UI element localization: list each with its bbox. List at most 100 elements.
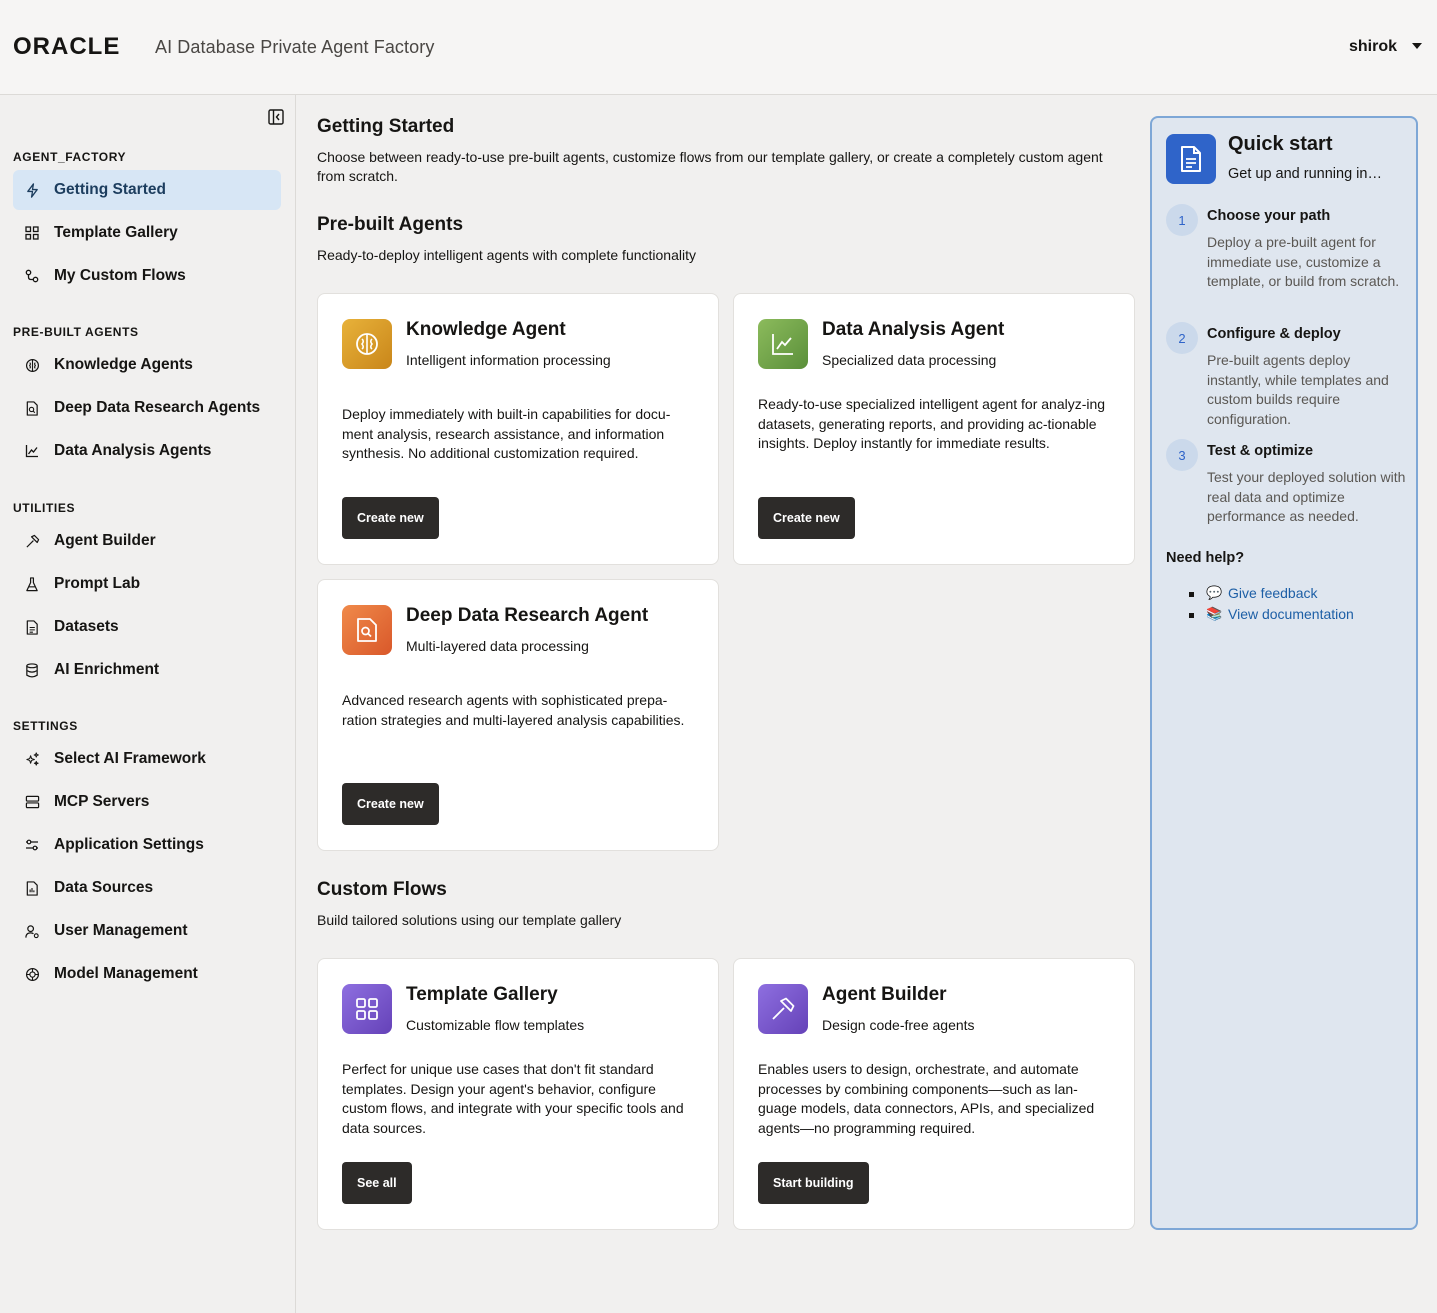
quick-start-title: Quick start [1228,133,1333,155]
top-header: ORACLE AI Database Private Agent Factory… [0,0,1437,95]
create-new-button[interactable]: Create new [342,783,439,825]
document-icon [24,619,40,635]
sidebar-item-label: Agent Builder [54,532,156,549]
server-icon [24,794,40,810]
card-description: Deploy immediately with built-in capabil… [342,406,671,462]
sidebar-item-label: AI Enrichment [54,661,160,678]
card-subtitle: Design code-free agents [822,1017,975,1033]
chart-line-icon [758,319,808,369]
app-title: AI Database Private Agent Factory [155,37,435,57]
sidebar-item-label: Getting Started [54,181,166,198]
speech-bubble-icon: 💬 [1206,585,1223,600]
custom-flows-section-description: Build tailored solutions using our templ… [317,912,622,928]
sidebar-item-label: Knowledge Agents [54,356,193,373]
hammer-icon [758,984,808,1034]
brain-icon [24,357,40,373]
prebuilt-section-description: Ready-to-deploy intelligent agents with … [317,247,696,263]
sidebar-item-mcp-servers[interactable]: MCP Servers [13,782,281,822]
sparkle-icon [24,751,40,767]
model-icon [24,966,40,982]
card-subtitle: Intelligent information processing [406,352,611,368]
sidebar-item-ai-enrichment[interactable]: AI Enrichment [13,650,281,690]
step-description: Pre-built agents deploy instantly, while… [1207,352,1389,428]
see-all-button[interactable]: See all [342,1162,412,1204]
user-gear-icon [24,923,40,939]
card-description: Ready-to-use specialized intelligent age… [758,396,1106,452]
card-title: Deep Data Research Agent [406,605,649,626]
brain-icon [342,319,392,369]
sidebar-item-label: Deep Data Research Agents [54,399,261,416]
sidebar: AGENT_FACTORY Getting Started Template G… [0,95,296,1313]
document-icon [1166,134,1216,184]
sidebar-item-label: Model Management [54,965,198,982]
user-menu-name[interactable]: shirok [1349,38,1397,56]
grid-icon [24,225,40,241]
sidebar-item-label: User Management [54,922,188,939]
give-feedback-link[interactable]: Give feedback [1228,585,1318,601]
lightning-icon [24,182,40,198]
sidebar-item-label: Data Analysis Agents [54,442,212,459]
sidebar-item-getting-started[interactable]: Getting Started [13,170,281,210]
database-icon [24,662,40,678]
card-subtitle: Customizable flow templates [406,1017,585,1033]
sidebar-item-my-custom-flows[interactable]: My Custom Flows [13,256,281,296]
need-help-title: Need help? [1166,550,1245,566]
oracle-logo[interactable]: ORACLE [13,35,151,59]
file-search-icon [24,400,40,416]
step-number: 2 [1166,322,1198,354]
flow-icon [24,268,40,284]
step-title: Choose your path [1207,208,1331,224]
sidebar-item-label: Application Settings [54,836,204,853]
sidebar-collapse-icon[interactable] [268,109,284,125]
custom-flows-section-title: Custom Flows [317,879,447,900]
caret-down-icon[interactable] [1412,43,1422,49]
view-documentation-link[interactable]: View documentation [1228,606,1354,622]
step-description: Test your deployed solution with real da… [1207,469,1406,525]
card-subtitle: Multi-layered data processing [406,638,589,654]
step-number: 3 [1166,439,1198,471]
create-new-button[interactable]: Create new [342,497,439,539]
hammer-icon [24,533,40,549]
sidebar-item-datasets[interactable]: Datasets [13,607,281,647]
grid-icon [342,984,392,1034]
data-analysis-agent-card: Data Analysis Agent Specialized data pro… [733,293,1135,565]
flask-icon [24,576,40,592]
card-title: Knowledge Agent [406,319,566,340]
step-title: Test & optimize [1207,443,1314,459]
sidebar-item-application-settings[interactable]: Application Settings [13,825,281,865]
step-description: Deploy a pre-built agent for immediate u… [1207,234,1400,290]
nav-section-utilities: UTILITIES [13,501,76,515]
card-title: Data Analysis Agent [822,319,1005,340]
sidebar-item-data-sources[interactable]: Data Sources [13,868,281,908]
create-new-button[interactable]: Create new [758,497,855,539]
oracle-logo-text: ORACLE [13,35,120,59]
step-number: 1 [1166,204,1198,236]
sidebar-item-label: Prompt Lab [54,575,141,592]
card-description: Advanced research agents with sophistica… [342,692,685,728]
sidebar-item-data-analysis-agents[interactable]: Data Analysis Agents [13,431,281,471]
agent-builder-card: Agent Builder Design code-free agents En… [733,958,1135,1230]
card-description: Enables users to design, orchestrate, an… [758,1061,1095,1137]
nav-section-agent-factory: AGENT_FACTORY [13,150,127,164]
chart-line-icon [24,443,40,459]
sidebar-item-user-management[interactable]: User Management [13,911,281,951]
sidebar-item-prompt-lab[interactable]: Prompt Lab [13,564,281,604]
sidebar-item-select-ai-framework[interactable]: Select AI Framework [13,739,281,779]
knowledge-agent-card: Knowledge Agent Intelligent information … [317,293,719,565]
sliders-icon [24,837,40,853]
card-subtitle: Specialized data processing [822,352,997,368]
deep-data-research-agent-card: Deep Data Research Agent Multi-layered d… [317,579,719,851]
start-building-button[interactable]: Start building [758,1162,869,1204]
nav-section-prebuilt-agents: PRE-BUILT AGENTS [13,325,139,339]
sidebar-item-model-management[interactable]: Model Management [13,954,281,994]
card-description: Perfect for unique use cases that don't … [342,1061,684,1137]
sidebar-item-deep-data-research-agents[interactable]: Deep Data Research Agents [13,388,281,428]
list-bullet [1189,613,1194,618]
sidebar-item-agent-builder[interactable]: Agent Builder [13,521,281,561]
card-title: Template Gallery [406,984,558,1005]
sidebar-item-knowledge-agents[interactable]: Knowledge Agents [13,345,281,385]
prebuilt-section-title: Pre-built Agents [317,214,464,235]
file-search-icon [342,605,392,655]
sidebar-item-label: Datasets [54,618,119,635]
sidebar-item-template-gallery[interactable]: Template Gallery [13,213,281,253]
